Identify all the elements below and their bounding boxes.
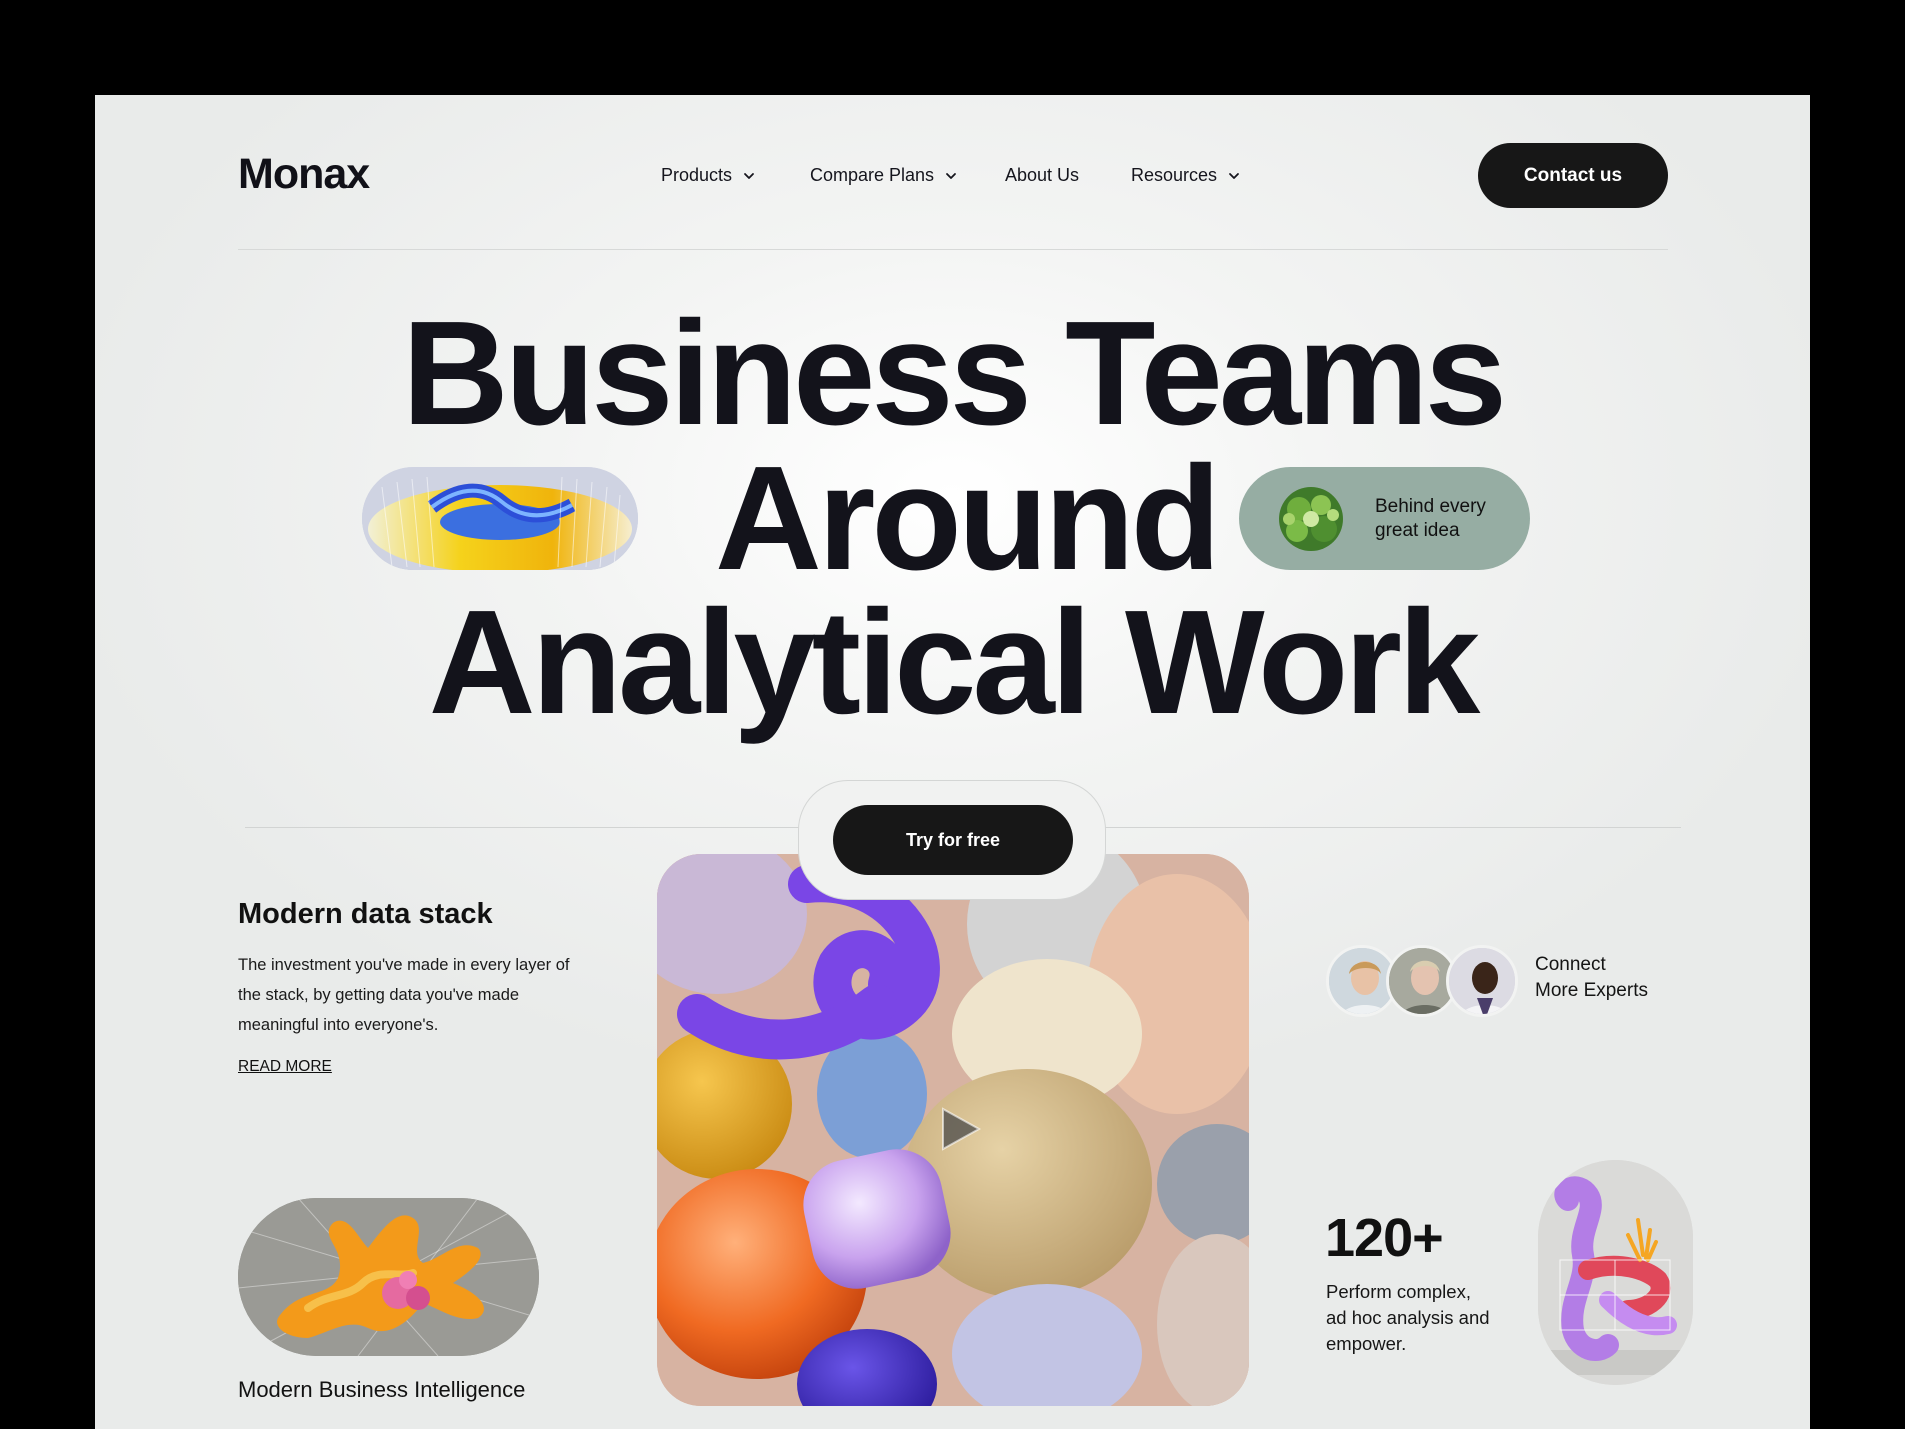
header-divider xyxy=(238,249,1668,250)
hero-title-line-1: Business Teams xyxy=(401,291,1507,456)
read-more-link[interactable]: READ MORE xyxy=(238,1058,332,1076)
nav-item-products[interactable]: Products xyxy=(661,165,801,186)
section-description: The investment you've made in every laye… xyxy=(238,956,570,1034)
nav-item-about-us[interactable]: About Us xyxy=(1005,165,1125,186)
bi-label: Modern Business Intelligence xyxy=(238,1377,526,1402)
play-icon[interactable] xyxy=(935,1105,983,1153)
stat-description: Perform complex, ad hoc analysis and emp… xyxy=(1326,1281,1490,1354)
brand-logo[interactable]: Monax xyxy=(238,150,370,199)
chevron-down-icon xyxy=(946,172,956,179)
person-avatar-image xyxy=(1449,948,1515,1014)
section-title: Modern data stack xyxy=(238,898,493,930)
connect-line-2: More Experts xyxy=(1535,980,1648,1001)
connect-experts-text[interactable]: Connect More Experts xyxy=(1535,952,1648,1004)
chair-image-pill xyxy=(1538,1160,1693,1385)
badge-line-2: great idea xyxy=(1375,520,1460,541)
nav-item-compare-plans[interactable]: Compare Plans xyxy=(810,165,980,186)
nav-item-label: About Us xyxy=(1005,165,1080,185)
abstract-chair-graphic xyxy=(1538,1160,1693,1385)
nav-item-label: Products xyxy=(661,165,733,185)
badge-line-1: Behind every xyxy=(1375,496,1486,517)
expert-avatars[interactable] xyxy=(1326,945,1526,1017)
badge-text: Behind every great idea xyxy=(1375,495,1505,543)
plant-sphere-image xyxy=(1279,487,1343,551)
coral-graphic xyxy=(238,1198,539,1356)
behind-every-idea-badge[interactable]: Behind every great idea xyxy=(1239,467,1530,570)
contact-us-button[interactable]: Contact us xyxy=(1478,143,1668,208)
connect-line-1: Connect xyxy=(1535,954,1606,975)
nav-item-label: Resources xyxy=(1131,165,1218,185)
chevron-down-icon xyxy=(1229,172,1239,179)
page-frame: Monax Products Compare Plans About Us Re… xyxy=(95,95,1810,1429)
hero-title-line-3: Analytical Work xyxy=(428,580,1481,745)
avatar xyxy=(1446,945,1518,1017)
stat-number: 120+ xyxy=(1325,1208,1444,1268)
chevron-down-icon xyxy=(744,172,754,179)
hero-image-pill-3d-torus xyxy=(362,467,638,570)
coral-image-pill xyxy=(238,1198,539,1356)
nav-item-resources[interactable]: Resources xyxy=(1131,165,1281,186)
hero-title-line-2: Around xyxy=(714,436,1221,601)
torus-graphic xyxy=(362,467,638,570)
nav-item-label: Compare Plans xyxy=(810,165,935,185)
try-for-free-button[interactable]: Try for free xyxy=(833,805,1073,875)
